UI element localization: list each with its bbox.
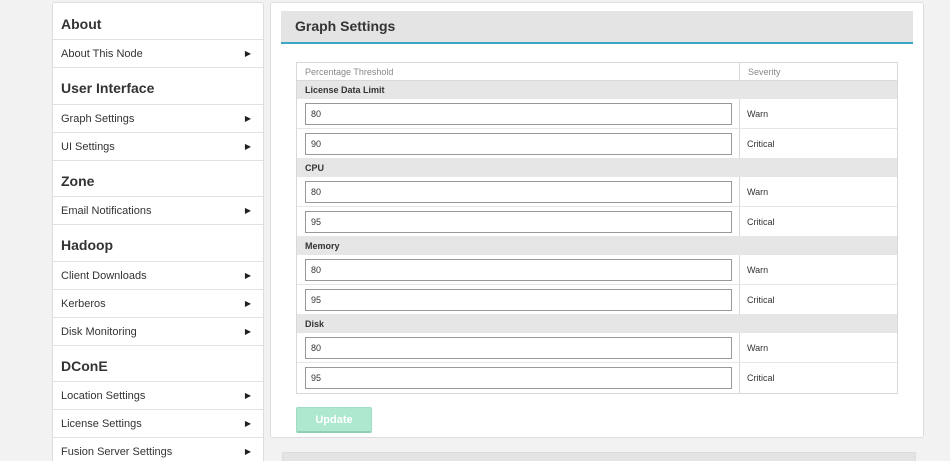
chevron-right-icon: ▶ [244, 391, 251, 400]
sidebar-item-fusion-server-settings[interactable]: Fusion Server Settings ▶ [53, 438, 263, 461]
chevron-right-icon: ▶ [244, 142, 251, 151]
table-row: Critical [297, 363, 897, 393]
table-row: Critical [297, 207, 897, 237]
chevron-right-icon: ▶ [244, 271, 251, 280]
section-hadoop-heading: Hadoop [53, 225, 263, 262]
memory-critical-input[interactable] [305, 288, 732, 311]
threshold-cell [297, 363, 740, 393]
sidebar-item-label: License Settings [61, 418, 142, 430]
sidebar-item-label: Client Downloads [61, 270, 147, 282]
chevron-right-icon: ▶ [244, 299, 251, 308]
section-zone-heading: Zone [53, 161, 263, 197]
chevron-right-icon: ▶ [244, 447, 251, 456]
group-memory: Memory [297, 237, 897, 255]
group-cpu: CPU [297, 159, 897, 177]
disk-warn-input[interactable] [305, 336, 732, 359]
severity-label: Warn [747, 342, 769, 353]
severity-label: Critical [747, 294, 775, 305]
sidebar-item-kerberos[interactable]: Kerberos ▶ [53, 290, 263, 318]
table-row: Warn [297, 255, 897, 285]
panel-title: Graph Settings [295, 18, 396, 34]
threshold-cell [297, 333, 740, 362]
section-user-interface-heading: User Interface [53, 68, 263, 105]
next-panel-header [282, 452, 916, 461]
sidebar-item-label: Graph Settings [61, 113, 135, 125]
license-critical-input[interactable] [305, 132, 732, 155]
panel-header: Graph Settings [281, 11, 913, 44]
threshold-cell [297, 207, 740, 236]
sidebar-item-label: Location Settings [61, 390, 146, 402]
severity-label: Critical [747, 138, 775, 149]
severity-label: Critical [747, 373, 775, 383]
section-about-heading: About [53, 3, 263, 40]
chevron-right-icon: ▶ [244, 114, 251, 123]
sidebar-item-label: Email Notifications [61, 205, 152, 217]
sidebar-item-about-this-node[interactable]: About This Node ▶ [53, 40, 263, 68]
cpu-warn-input[interactable] [305, 180, 732, 203]
threshold-cell [297, 177, 740, 206]
severity-label: Warn [747, 186, 769, 197]
severity-label: Warn [747, 264, 769, 275]
chevron-right-icon: ▶ [244, 206, 251, 215]
sidebar-item-disk-monitoring[interactable]: Disk Monitoring ▶ [53, 318, 263, 346]
threshold-table: Percentage Threshold Severity License Da… [296, 62, 898, 394]
table-header-row: Percentage Threshold Severity [297, 63, 897, 81]
group-license-data-limit: License Data Limit [297, 81, 897, 99]
table-row: Warn [297, 333, 897, 363]
table-row: Warn [297, 177, 897, 207]
sidebar-item-label: UI Settings [61, 141, 115, 153]
sidebar-item-label: Fusion Server Settings [61, 446, 173, 458]
sidebar-item-client-downloads[interactable]: Client Downloads ▶ [53, 262, 263, 290]
severity-label: Warn [747, 108, 769, 119]
threshold-cell [297, 255, 740, 284]
threshold-cell [297, 129, 740, 158]
chevron-right-icon: ▶ [244, 419, 251, 428]
table-row: Critical [297, 129, 897, 159]
threshold-cell [297, 99, 740, 128]
threshold-cell [297, 285, 740, 314]
sidebar-item-label: Kerberos [61, 298, 106, 310]
sidebar-item-email-notifications[interactable]: Email Notifications ▶ [53, 197, 263, 225]
section-dcone-heading: DConE [53, 346, 263, 382]
column-header-severity: Severity [748, 67, 781, 77]
sidebar-item-ui-settings[interactable]: UI Settings ▶ [53, 133, 263, 161]
sidebar-item-graph-settings[interactable]: Graph Settings ▶ [53, 105, 263, 133]
chevron-right-icon: ▶ [244, 327, 251, 336]
table-row: Warn [297, 99, 897, 129]
cpu-critical-input[interactable] [305, 210, 732, 233]
table-row: Critical [297, 285, 897, 315]
memory-warn-input[interactable] [305, 258, 732, 281]
sidebar-item-license-settings[interactable]: License Settings ▶ [53, 410, 263, 438]
update-button[interactable]: Update [296, 407, 372, 433]
disk-critical-input[interactable] [305, 367, 732, 389]
settings-sidebar: About About This Node ▶ User Interface G… [52, 2, 264, 461]
sidebar-item-label: Disk Monitoring [61, 326, 137, 338]
group-disk: Disk [297, 315, 897, 333]
license-warn-input[interactable] [305, 102, 732, 125]
column-header-threshold: Percentage Threshold [297, 63, 740, 80]
sidebar-item-label: About This Node [61, 48, 143, 60]
chevron-right-icon: ▶ [244, 49, 251, 58]
severity-label: Critical [747, 216, 775, 227]
sidebar-item-location-settings[interactable]: Location Settings ▶ [53, 382, 263, 410]
graph-settings-panel: Graph Settings Percentage Threshold Seve… [270, 2, 924, 438]
